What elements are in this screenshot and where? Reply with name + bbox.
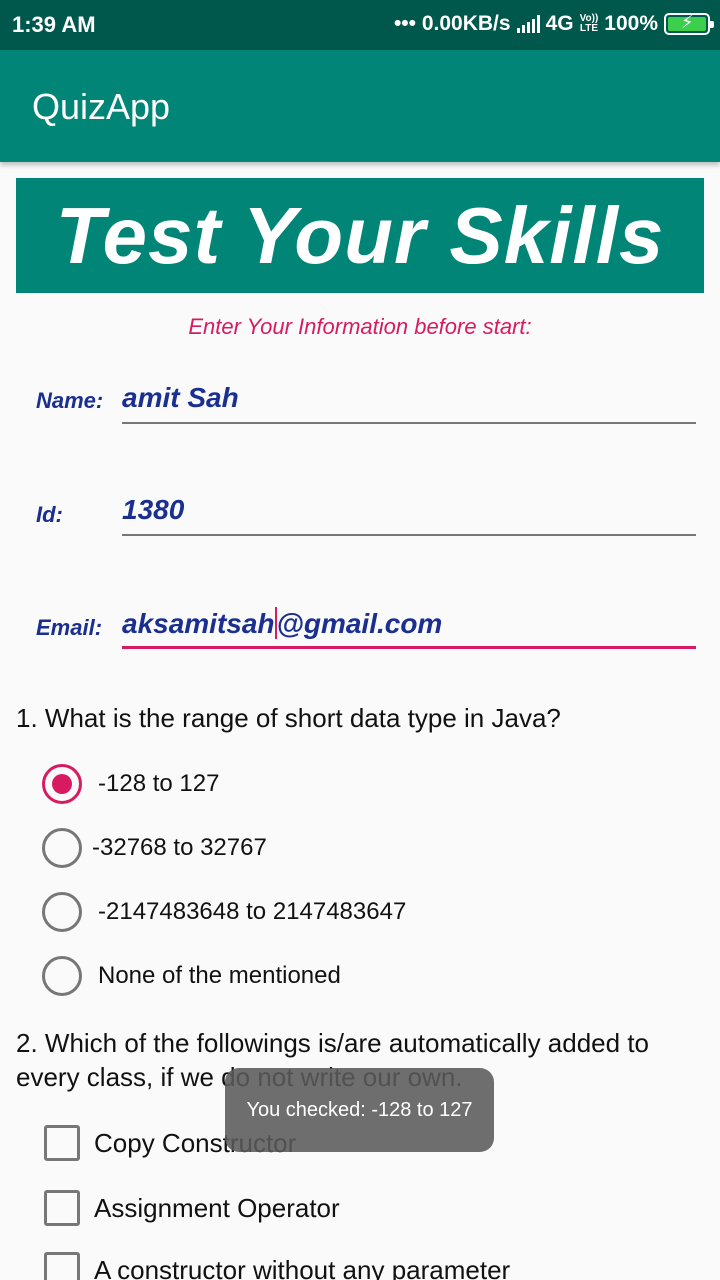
radio-icon[interactable] <box>42 892 82 932</box>
banner: Test Your Skills <box>16 178 704 293</box>
status-right: ••• 0.00KB/s 4G Vo)) LTE 100% ⚡ <box>393 12 714 36</box>
app-bar: QuizApp <box>0 50 720 162</box>
app-title: QuizApp <box>32 86 171 127</box>
q2-option-2[interactable]: Assignment Operator <box>44 1188 340 1228</box>
signal-icon <box>516 15 540 33</box>
q1-option-1-label: -128 to 127 <box>98 770 220 797</box>
q1-option-4[interactable]: None of the mentioned <box>42 954 341 998</box>
intro-text: Enter Your Information before start: <box>188 314 532 339</box>
checkbox-icon[interactable] <box>44 1252 80 1280</box>
volte-bottom: LTE <box>579 23 598 34</box>
status-bar: 1:39 AM ••• 0.00KB/s 4G Vo)) LTE 100% ⚡ <box>0 0 720 50</box>
checkbox-icon[interactable] <box>44 1125 80 1161</box>
question-1-text: 1. What is the range of short data type … <box>16 703 561 733</box>
volte-icon: Vo)) LTE <box>580 14 599 34</box>
network-speed: ••• 0.00KB/s <box>393 12 511 35</box>
q1-option-4-label: None of the mentioned <box>98 962 341 989</box>
q2-option-3[interactable]: A constructor without any parameter <box>44 1250 510 1280</box>
name-value: amit Sah <box>122 382 239 413</box>
radio-icon[interactable] <box>42 956 82 996</box>
network-type: 4G <box>545 12 574 35</box>
q1-option-1[interactable]: -128 to 127 <box>42 762 219 806</box>
email-value-end: @gmail.com <box>276 608 443 639</box>
radio-checked-icon[interactable] <box>42 764 82 804</box>
battery-charging-icon: ⚡ <box>664 12 714 35</box>
id-field[interactable]: 1380 <box>122 490 696 536</box>
q1-option-2[interactable]: -32768 to 32767 <box>42 826 267 870</box>
toast-text: You checked: -128 to 127 <box>246 1098 473 1121</box>
email-label: Email: <box>36 615 103 640</box>
checkbox-icon[interactable] <box>44 1190 80 1226</box>
q1-option-3-label: -2147483648 to 2147483647 <box>98 898 407 925</box>
q2-option-2-label: Assignment Operator <box>94 1192 340 1223</box>
status-time: 1:39 AM <box>12 12 96 37</box>
name-label: Name: <box>36 388 104 413</box>
id-label: Id: <box>36 502 63 527</box>
battery-percent: 100% <box>604 12 658 35</box>
name-field[interactable]: amit Sah <box>122 378 696 424</box>
toast-message: You checked: -128 to 127 <box>225 1068 494 1152</box>
email-value-start: aksamitsah <box>122 608 275 639</box>
email-field[interactable]: aksamitsah@gmail.com <box>122 603 696 649</box>
q1-option-3[interactable]: -2147483648 to 2147483647 <box>42 890 406 934</box>
q1-option-2-label: -32768 to 32767 <box>92 834 267 861</box>
radio-icon[interactable] <box>42 828 82 868</box>
id-value: 1380 <box>122 494 185 525</box>
banner-text: Test Your Skills <box>55 190 665 280</box>
q2-option-3-label: A constructor without any parameter <box>94 1254 511 1280</box>
